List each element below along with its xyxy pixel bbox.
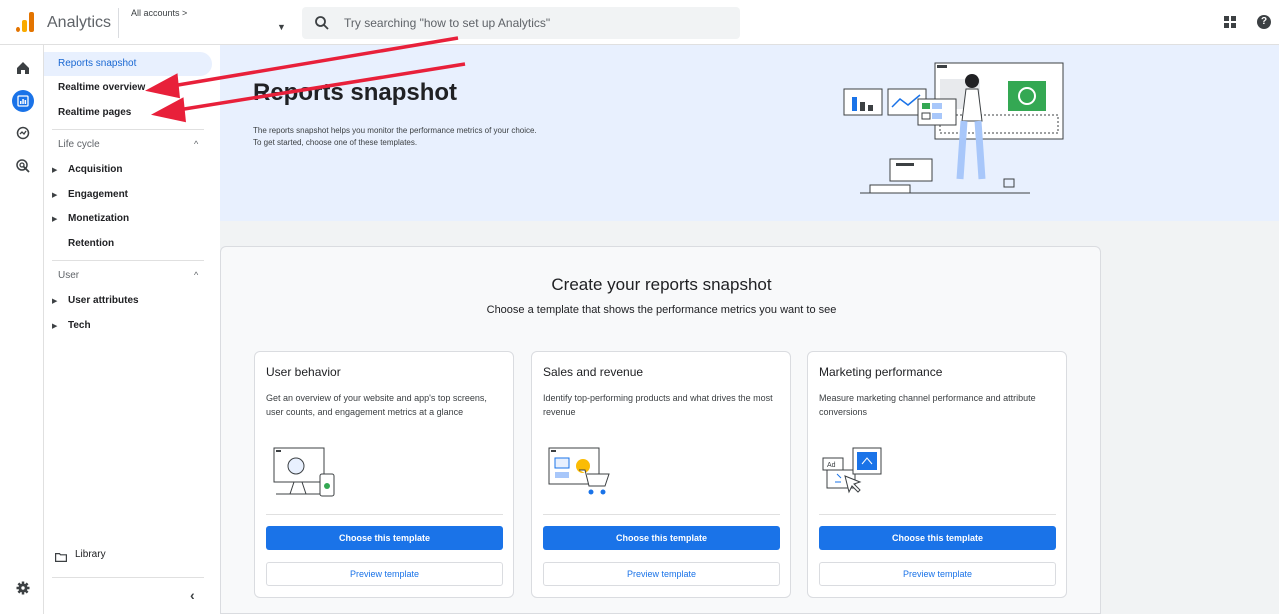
card-description: Identify top-performing products and wha… bbox=[543, 393, 773, 417]
expand-arrow-icon[interactable]: ▶ bbox=[52, 215, 57, 223]
analytics-logo-icon[interactable] bbox=[16, 12, 34, 32]
app-title: Analytics bbox=[47, 14, 112, 31]
reports-sidebar: Reports snapshot Realtime overview Realt… bbox=[44, 45, 220, 614]
card-title: User behavior bbox=[266, 365, 341, 379]
card-title: Sales and revenue bbox=[543, 365, 644, 379]
choose-template-button[interactable]: Choose this template bbox=[266, 526, 503, 550]
template-card-user-behavior[interactable]: User behavior Get an overview of your we… bbox=[254, 351, 514, 598]
advertising-icon[interactable] bbox=[12, 155, 34, 177]
top-app-bar: Analytics All accounts > ▼ Try searching… bbox=[0, 0, 1279, 45]
collapse-chevron-icon[interactable]: ‹ bbox=[190, 587, 195, 603]
nav-acquisition[interactable]: Acquisition bbox=[68, 164, 122, 175]
apps-grid-icon[interactable] bbox=[1224, 16, 1236, 28]
choose-template-button[interactable]: Choose this template bbox=[543, 526, 780, 550]
card-title: Marketing performance bbox=[819, 365, 943, 379]
preview-template-button[interactable]: Preview template bbox=[543, 562, 780, 586]
preview-template-button[interactable]: Preview template bbox=[266, 562, 503, 586]
account-picker[interactable]: All accounts > bbox=[131, 8, 187, 18]
monitor-illustration-icon bbox=[273, 447, 335, 497]
card-description: Measure marketing channel performance an… bbox=[819, 393, 1036, 417]
card-description: Get an overview of your website and app'… bbox=[266, 393, 487, 417]
nav-user-attributes[interactable]: User attributes bbox=[68, 295, 139, 306]
expand-arrow-icon[interactable]: ▶ bbox=[52, 322, 57, 330]
nav-tech[interactable]: Tech bbox=[68, 320, 91, 331]
chevron-up-icon[interactable]: ^ bbox=[194, 139, 198, 149]
template-card-marketing-performance[interactable]: Marketing performance Measure marketing … bbox=[807, 351, 1067, 598]
dashboard-illustration bbox=[843, 62, 1064, 194]
nav-label: Reports snapshot bbox=[58, 58, 137, 69]
banner-desc-line: The reports snapshot helps you monitor t… bbox=[253, 126, 537, 135]
sidebar-divider bbox=[52, 577, 204, 578]
card-divider bbox=[543, 514, 780, 515]
sidebar-divider bbox=[52, 260, 204, 261]
section-user-label[interactable]: User bbox=[58, 270, 79, 281]
expand-arrow-icon[interactable]: ▶ bbox=[52, 297, 57, 305]
ad-click-illustration-icon: Ad bbox=[822, 447, 882, 494]
template-card-sales-revenue[interactable]: Sales and revenue Identify top-performin… bbox=[531, 351, 791, 598]
ad-label-text: Ad bbox=[827, 462, 836, 469]
preview-template-button[interactable]: Preview template bbox=[819, 562, 1056, 586]
header-divider bbox=[118, 8, 119, 38]
banner-desc-line: To get started, choose one of these temp… bbox=[253, 138, 418, 147]
sidebar-divider bbox=[52, 129, 204, 130]
search-bar[interactable]: Try searching "how to set up Analytics" bbox=[302, 7, 740, 39]
shopping-cart-illustration-icon bbox=[548, 447, 610, 495]
nav-realtime-pages[interactable]: Realtime pages bbox=[44, 101, 212, 125]
reports-icon[interactable] bbox=[12, 90, 34, 112]
nav-engagement[interactable]: Engagement bbox=[68, 189, 128, 200]
card-divider bbox=[819, 514, 1056, 515]
expand-arrow-icon[interactable]: ▶ bbox=[52, 191, 57, 199]
nav-library[interactable]: Library bbox=[75, 549, 106, 560]
explore-icon[interactable] bbox=[12, 122, 34, 144]
panel-subtitle: Choose a template that shows the perform… bbox=[486, 304, 837, 316]
chevron-up-icon[interactable]: ^ bbox=[194, 270, 198, 280]
settings-gear-icon[interactable] bbox=[12, 577, 34, 599]
banner-description: The reports snapshot helps you monitor t… bbox=[253, 125, 613, 149]
caret-down-icon[interactable]: ▼ bbox=[277, 22, 286, 32]
panel-title: Create your reports snapshot bbox=[551, 275, 772, 294]
search-placeholder: Try searching "how to set up Analytics" bbox=[344, 16, 551, 30]
nav-label: Realtime pages bbox=[58, 107, 132, 118]
nav-label: Realtime overview bbox=[58, 82, 146, 93]
reports-snapshot-banner: Reports snapshot The reports snapshot he… bbox=[220, 45, 1279, 221]
expand-arrow-icon[interactable]: ▶ bbox=[52, 166, 57, 174]
page-title: Reports snapshot bbox=[253, 79, 458, 106]
nav-retention[interactable]: Retention bbox=[68, 238, 114, 249]
choose-template-button[interactable]: Choose this template bbox=[819, 526, 1056, 550]
nav-rail bbox=[0, 45, 44, 614]
nav-monetization[interactable]: Monetization bbox=[68, 213, 129, 224]
card-divider bbox=[266, 514, 503, 515]
section-lifecycle-label[interactable]: Life cycle bbox=[58, 139, 100, 150]
search-icon bbox=[315, 16, 329, 30]
nav-realtime-overview[interactable]: Realtime overview bbox=[44, 76, 212, 100]
nav-reports-snapshot[interactable]: Reports snapshot bbox=[44, 52, 212, 76]
create-snapshot-panel: Create your reports snapshot Choose a te… bbox=[220, 246, 1101, 614]
folder-icon[interactable] bbox=[55, 549, 67, 562]
help-icon[interactable]: ? bbox=[1257, 15, 1271, 29]
home-icon[interactable] bbox=[12, 57, 34, 79]
